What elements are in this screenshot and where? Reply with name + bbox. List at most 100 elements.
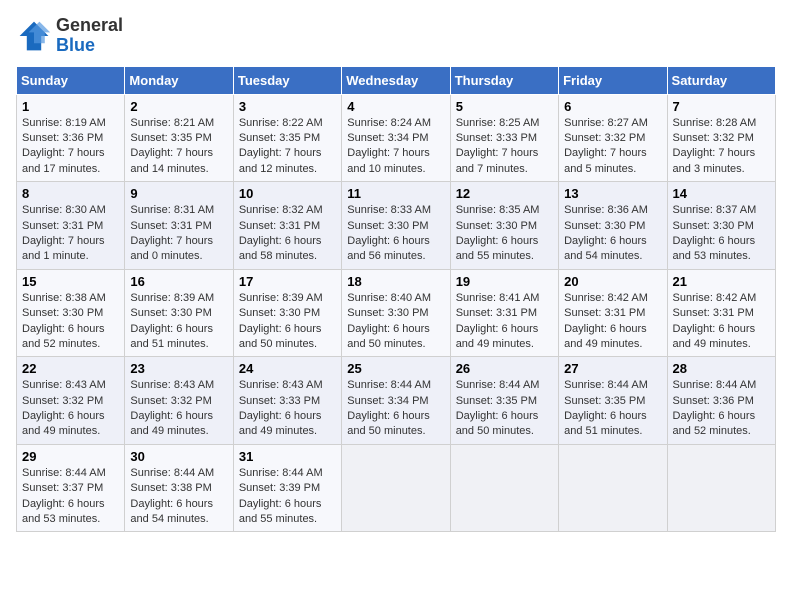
calendar-cell: 12 Sunrise: 8:35 AM Sunset: 3:30 PM Dayl… (450, 182, 558, 270)
day-number: 2 (130, 99, 227, 114)
day-detail: Sunrise: 8:41 AM Sunset: 3:31 PM Dayligh… (456, 291, 553, 353)
day-detail: Sunrise: 8:32 AM Sunset: 3:31 PM Dayligh… (239, 203, 336, 265)
sunset-label: Sunset: 3:32 PM (673, 132, 754, 144)
calendar-cell: 7 Sunrise: 8:28 AM Sunset: 3:32 PM Dayli… (667, 94, 775, 182)
daylight-label: Daylight: 7 hours and 5 minutes. (564, 147, 647, 174)
calendar-cell: 4 Sunrise: 8:24 AM Sunset: 3:34 PM Dayli… (342, 94, 450, 182)
day-detail: Sunrise: 8:35 AM Sunset: 3:30 PM Dayligh… (456, 203, 553, 265)
daylight-label: Daylight: 7 hours and 7 minutes. (456, 147, 539, 174)
calendar-cell: 25 Sunrise: 8:44 AM Sunset: 3:34 PM Dayl… (342, 357, 450, 445)
sunset-label: Sunset: 3:32 PM (22, 395, 103, 407)
sunset-label: Sunset: 3:36 PM (22, 132, 103, 144)
daylight-label: Daylight: 6 hours and 52 minutes. (673, 410, 756, 437)
sunset-label: Sunset: 3:32 PM (564, 132, 645, 144)
sunrise-label: Sunrise: 8:28 AM (673, 117, 757, 129)
weekday-header-wednesday: Wednesday (342, 66, 450, 94)
logo: General Blue (16, 16, 123, 56)
day-number: 27 (564, 361, 661, 376)
day-number: 14 (673, 186, 770, 201)
sunrise-label: Sunrise: 8:43 AM (22, 379, 106, 391)
day-detail: Sunrise: 8:42 AM Sunset: 3:31 PM Dayligh… (564, 291, 661, 353)
calendar-cell: 5 Sunrise: 8:25 AM Sunset: 3:33 PM Dayli… (450, 94, 558, 182)
daylight-label: Daylight: 6 hours and 49 minutes. (239, 410, 322, 437)
sunset-label: Sunset: 3:31 PM (239, 220, 320, 232)
sunset-label: Sunset: 3:39 PM (239, 482, 320, 494)
day-number: 11 (347, 186, 444, 201)
sunrise-label: Sunrise: 8:38 AM (22, 292, 106, 304)
sunrise-label: Sunrise: 8:37 AM (673, 204, 757, 216)
sunset-label: Sunset: 3:35 PM (239, 132, 320, 144)
day-detail: Sunrise: 8:44 AM Sunset: 3:38 PM Dayligh… (130, 466, 227, 528)
sunset-label: Sunset: 3:35 PM (130, 132, 211, 144)
calendar-week-row: 15 Sunrise: 8:38 AM Sunset: 3:30 PM Dayl… (17, 269, 776, 357)
sunset-label: Sunset: 3:31 PM (564, 307, 645, 319)
day-detail: Sunrise: 8:28 AM Sunset: 3:32 PM Dayligh… (673, 116, 770, 178)
calendar-cell (450, 444, 558, 532)
sunset-label: Sunset: 3:35 PM (456, 395, 537, 407)
calendar-cell: 17 Sunrise: 8:39 AM Sunset: 3:30 PM Dayl… (233, 269, 341, 357)
sunrise-label: Sunrise: 8:44 AM (564, 379, 648, 391)
daylight-label: Daylight: 6 hours and 50 minutes. (239, 323, 322, 350)
sunset-label: Sunset: 3:35 PM (564, 395, 645, 407)
sunrise-label: Sunrise: 8:33 AM (347, 204, 431, 216)
daylight-label: Daylight: 6 hours and 49 minutes. (564, 323, 647, 350)
sunset-label: Sunset: 3:37 PM (22, 482, 103, 494)
day-detail: Sunrise: 8:44 AM Sunset: 3:34 PM Dayligh… (347, 378, 444, 440)
day-number: 17 (239, 274, 336, 289)
daylight-label: Daylight: 6 hours and 50 minutes. (347, 410, 430, 437)
daylight-label: Daylight: 6 hours and 52 minutes. (22, 323, 105, 350)
page-header: General Blue (16, 16, 776, 56)
day-number: 25 (347, 361, 444, 376)
day-detail: Sunrise: 8:42 AM Sunset: 3:31 PM Dayligh… (673, 291, 770, 353)
sunset-label: Sunset: 3:30 PM (239, 307, 320, 319)
daylight-label: Daylight: 6 hours and 58 minutes. (239, 235, 322, 262)
sunset-label: Sunset: 3:31 PM (456, 307, 537, 319)
day-number: 3 (239, 99, 336, 114)
daylight-label: Daylight: 6 hours and 51 minutes. (130, 323, 213, 350)
sunrise-label: Sunrise: 8:27 AM (564, 117, 648, 129)
sunrise-label: Sunrise: 8:19 AM (22, 117, 106, 129)
sunrise-label: Sunrise: 8:25 AM (456, 117, 540, 129)
day-number: 6 (564, 99, 661, 114)
day-detail: Sunrise: 8:24 AM Sunset: 3:34 PM Dayligh… (347, 116, 444, 178)
day-detail: Sunrise: 8:40 AM Sunset: 3:30 PM Dayligh… (347, 291, 444, 353)
calendar-cell: 16 Sunrise: 8:39 AM Sunset: 3:30 PM Dayl… (125, 269, 233, 357)
day-detail: Sunrise: 8:44 AM Sunset: 3:37 PM Dayligh… (22, 466, 119, 528)
calendar-cell: 9 Sunrise: 8:31 AM Sunset: 3:31 PM Dayli… (125, 182, 233, 270)
sunset-label: Sunset: 3:30 PM (347, 220, 428, 232)
day-detail: Sunrise: 8:36 AM Sunset: 3:30 PM Dayligh… (564, 203, 661, 265)
calendar-cell: 30 Sunrise: 8:44 AM Sunset: 3:38 PM Dayl… (125, 444, 233, 532)
day-detail: Sunrise: 8:22 AM Sunset: 3:35 PM Dayligh… (239, 116, 336, 178)
daylight-label: Daylight: 7 hours and 12 minutes. (239, 147, 322, 174)
daylight-label: Daylight: 7 hours and 0 minutes. (130, 235, 213, 262)
sunrise-label: Sunrise: 8:44 AM (456, 379, 540, 391)
daylight-label: Daylight: 7 hours and 14 minutes. (130, 147, 213, 174)
calendar-week-row: 29 Sunrise: 8:44 AM Sunset: 3:37 PM Dayl… (17, 444, 776, 532)
daylight-label: Daylight: 6 hours and 50 minutes. (456, 410, 539, 437)
calendar-cell: 1 Sunrise: 8:19 AM Sunset: 3:36 PM Dayli… (17, 94, 125, 182)
calendar-cell: 24 Sunrise: 8:43 AM Sunset: 3:33 PM Dayl… (233, 357, 341, 445)
calendar-cell: 19 Sunrise: 8:41 AM Sunset: 3:31 PM Dayl… (450, 269, 558, 357)
sunset-label: Sunset: 3:31 PM (22, 220, 103, 232)
sunset-label: Sunset: 3:31 PM (130, 220, 211, 232)
day-number: 1 (22, 99, 119, 114)
daylight-label: Daylight: 6 hours and 56 minutes. (347, 235, 430, 262)
day-number: 22 (22, 361, 119, 376)
calendar-cell: 23 Sunrise: 8:43 AM Sunset: 3:32 PM Dayl… (125, 357, 233, 445)
day-number: 4 (347, 99, 444, 114)
sunrise-label: Sunrise: 8:24 AM (347, 117, 431, 129)
day-number: 19 (456, 274, 553, 289)
daylight-label: Daylight: 6 hours and 54 minutes. (564, 235, 647, 262)
daylight-label: Daylight: 6 hours and 51 minutes. (564, 410, 647, 437)
day-number: 18 (347, 274, 444, 289)
calendar-cell: 29 Sunrise: 8:44 AM Sunset: 3:37 PM Dayl… (17, 444, 125, 532)
day-number: 20 (564, 274, 661, 289)
daylight-label: Daylight: 6 hours and 54 minutes. (130, 498, 213, 525)
weekday-header-sunday: Sunday (17, 66, 125, 94)
sunrise-label: Sunrise: 8:42 AM (673, 292, 757, 304)
sunrise-label: Sunrise: 8:40 AM (347, 292, 431, 304)
sunrise-label: Sunrise: 8:30 AM (22, 204, 106, 216)
calendar-cell (342, 444, 450, 532)
weekday-header-saturday: Saturday (667, 66, 775, 94)
calendar-cell: 10 Sunrise: 8:32 AM Sunset: 3:31 PM Dayl… (233, 182, 341, 270)
